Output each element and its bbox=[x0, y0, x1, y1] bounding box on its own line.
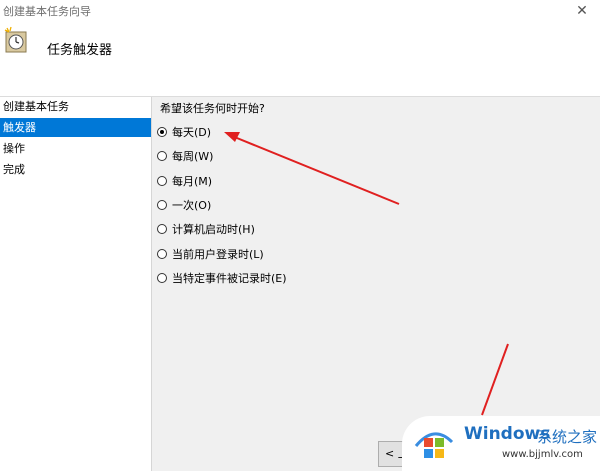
window-title: 创建基本任务向导 bbox=[3, 5, 91, 18]
radio-button[interactable] bbox=[157, 127, 167, 137]
radio-label: 当前用户登录时(L) bbox=[172, 248, 264, 261]
radio-button[interactable] bbox=[157, 200, 167, 210]
radio-button[interactable] bbox=[157, 249, 167, 259]
radio-label: 每天(D) bbox=[172, 126, 212, 139]
trigger-question: 希望该任务何时开始? bbox=[160, 102, 265, 115]
radio-weekly[interactable]: 每周(W) bbox=[157, 147, 213, 165]
radio-at-logon[interactable]: 当前用户登录时(L) bbox=[157, 245, 264, 263]
windows-logo-icon bbox=[414, 432, 454, 458]
radio-label: 计算机启动时(H) bbox=[172, 223, 255, 236]
title-bar: 创建基本任务向导 ✕ bbox=[0, 0, 600, 26]
sidebar-item-trigger[interactable]: 触发器 bbox=[0, 118, 151, 137]
radio-on-event[interactable]: 当特定事件被记录时(E) bbox=[157, 269, 287, 287]
radio-at-startup[interactable]: 计算机启动时(H) bbox=[157, 220, 255, 238]
radio-once[interactable]: 一次(O) bbox=[157, 196, 211, 214]
watermark: Windows 系统之家 www.bjjmlv.com bbox=[402, 416, 600, 471]
wizard-steps-sidebar: 创建基本任务 触发器 操作 完成 bbox=[0, 97, 152, 471]
wizard-header: 任务触发器 bbox=[0, 26, 600, 97]
close-button[interactable]: ✕ bbox=[564, 0, 600, 24]
sidebar-item-finish[interactable]: 完成 bbox=[0, 160, 151, 179]
radio-label: 一次(O) bbox=[172, 199, 212, 212]
trigger-panel: 希望该任务何时开始? 每天(D) 每周(W) 每月(M) 一次(O) 计算机启动… bbox=[152, 97, 600, 471]
radio-label: 每周(W) bbox=[172, 150, 214, 163]
watermark-url: www.bjjmlv.com bbox=[502, 449, 583, 460]
radio-label: 每月(M) bbox=[172, 175, 213, 188]
radio-button[interactable] bbox=[157, 176, 167, 186]
radio-button[interactable] bbox=[157, 273, 167, 283]
radio-monthly[interactable]: 每月(M) bbox=[157, 172, 212, 190]
watermark-site-name: 系统之家 bbox=[537, 428, 598, 446]
page-title: 任务触发器 bbox=[47, 43, 113, 58]
radio-label: 当特定事件被记录时(E) bbox=[172, 272, 287, 285]
task-clock-icon bbox=[4, 26, 27, 53]
radio-daily[interactable]: 每天(D) bbox=[157, 123, 211, 141]
sidebar-item-action[interactable]: 操作 bbox=[0, 139, 151, 158]
sidebar-item-create-basic-task[interactable]: 创建基本任务 bbox=[0, 97, 151, 116]
radio-button[interactable] bbox=[157, 151, 167, 161]
radio-button[interactable] bbox=[157, 224, 167, 234]
